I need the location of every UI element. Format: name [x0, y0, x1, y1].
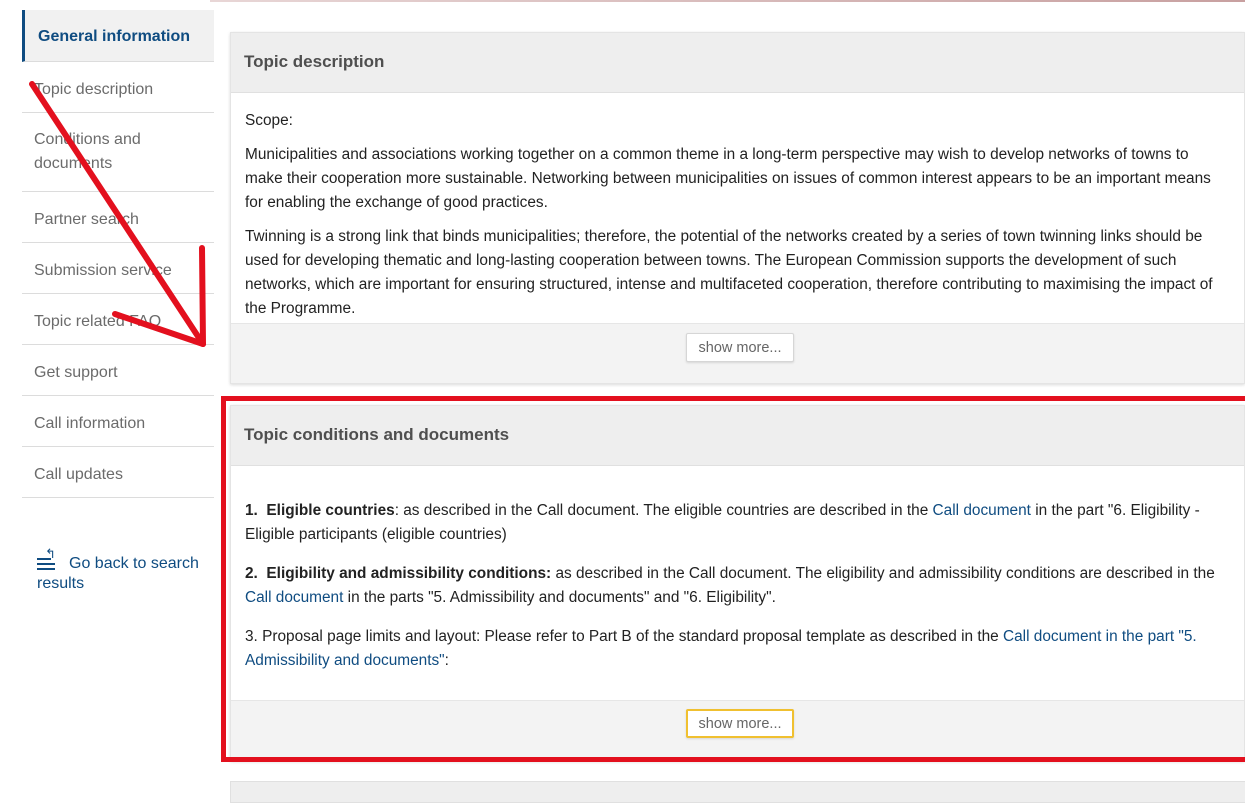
topic-sidebar-nav: General information Topic description Co… — [22, 10, 214, 498]
topic-conditions-panel: Topic conditions and documents 1. Eligib… — [230, 405, 1245, 761]
sidebar-item-submission-service[interactable]: Submission service — [22, 243, 214, 294]
item-heading: Eligible countries — [266, 502, 395, 519]
sidebar-item-topic-related-faq[interactable]: Topic related FAQ — [22, 294, 214, 345]
show-more-button[interactable]: show more... — [686, 333, 794, 362]
sidebar-item-conditions-and-documents[interactable]: Conditions and documents — [22, 113, 214, 192]
sidebar-item-label: Submission service — [34, 262, 172, 279]
scope-label: Scope: — [245, 112, 293, 129]
panel-footer: show more... — [231, 700, 1244, 760]
sidebar-item-label: Conditions and documents — [34, 131, 141, 172]
item-heading: Eligibility and admissibility conditions… — [266, 565, 552, 582]
top-border-line — [210, 0, 1245, 2]
description-paragraph: Municipalities and associations working … — [245, 146, 1211, 211]
item-text: 3. Proposal page limits and layout: Plea… — [245, 628, 1003, 645]
sidebar-item-get-support[interactable]: Get support — [22, 345, 214, 396]
sidebar-item-label: Topic description — [34, 81, 154, 98]
sidebar-item-call-information[interactable]: Call information — [22, 396, 214, 447]
sidebar-item-label: Get support — [34, 364, 118, 381]
next-panel-header — [230, 781, 1245, 803]
condition-item-page-limits: 3. Proposal page limits and layout: Plea… — [245, 625, 1219, 673]
sidebar-item-topic-description[interactable]: Topic description — [22, 62, 214, 113]
back-link-label: Go back to search results — [37, 555, 199, 592]
sidebar-item-partner-search[interactable]: Partner search — [22, 192, 214, 243]
condition-item-eligible-countries: 1. Eligible countries: as described in t… — [245, 499, 1219, 547]
topic-conditions-body: 1. Eligible countries: as described in t… — [231, 466, 1244, 700]
sidebar-item-label: Call information — [34, 415, 146, 432]
sidebar-item-label: Partner search — [34, 211, 139, 228]
item-text: in the parts "5. Admissibility and docum… — [343, 589, 776, 606]
sidebar-item-general-information[interactable]: General information — [22, 10, 214, 62]
back-to-list-icon: ↰ — [37, 547, 57, 570]
call-document-link[interactable]: Call document — [245, 589, 343, 606]
item-text: : — [444, 652, 449, 669]
call-document-link[interactable]: Call document — [933, 502, 1031, 519]
panel-title: Topic description — [231, 33, 1244, 93]
description-paragraph: Twinning is a strong link that binds mun… — [245, 228, 1213, 317]
sidebar-item-label: Call updates — [34, 466, 123, 483]
topic-description-body: Scope: Municipalities and associations w… — [231, 93, 1244, 323]
item-text: : as described in the Call document. The… — [394, 502, 933, 519]
back-to-search-results-link[interactable]: ↰ Go back to search results — [37, 547, 207, 594]
item-number: 1. — [245, 502, 258, 519]
topic-description-panel: Topic description Scope: Municipalities … — [230, 32, 1245, 384]
sidebar-item-label: General information — [38, 28, 191, 45]
sidebar-item-call-updates[interactable]: Call updates — [22, 447, 214, 498]
sidebar-item-label: Topic related FAQ — [34, 313, 162, 330]
show-more-button[interactable]: show more... — [686, 709, 794, 738]
item-number: 2. — [245, 565, 258, 582]
panel-title: Topic conditions and documents — [231, 406, 1244, 466]
condition-item-eligibility: 2. Eligibility and admissibility conditi… — [245, 562, 1219, 610]
item-text: as described in the Call document. The e… — [551, 565, 1215, 582]
panel-footer: show more... — [231, 323, 1244, 383]
